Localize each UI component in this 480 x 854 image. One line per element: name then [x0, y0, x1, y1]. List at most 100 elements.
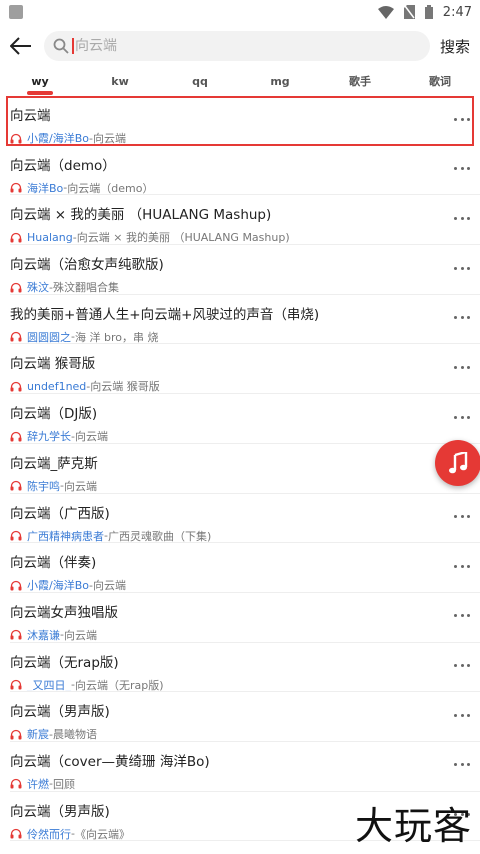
headphones-icon — [10, 232, 22, 243]
tab-qq[interactable]: qq — [160, 68, 240, 98]
song-album: 晨曦物语 — [52, 728, 97, 742]
search-box[interactable] — [44, 31, 430, 61]
more-options-button[interactable] — [454, 116, 470, 122]
song-album: 向云端 — [74, 430, 108, 444]
song-title: 向云端（广西版) — [10, 505, 110, 522]
song-meta: 小霞/海洋Bo - 向云端 — [10, 130, 474, 146]
headphones-icon — [10, 679, 22, 690]
song-title: 向云端 — [10, 108, 51, 124]
song-artist: 沐嘉谦 — [27, 628, 60, 642]
song-title: 向云端（DJ版) — [10, 406, 98, 423]
headphones-icon — [10, 828, 22, 839]
more-options-button[interactable] — [454, 215, 470, 221]
song-artist: _又四日_ — [27, 678, 71, 692]
more-options-button[interactable] — [454, 315, 470, 321]
search-button[interactable]: 搜索 — [440, 36, 472, 57]
more-options-button[interactable] — [454, 563, 470, 569]
headphones-icon — [10, 381, 22, 392]
song-item[interactable]: 向云端（无rap版) _又四日_ - 向云端（无rap版) — [0, 643, 480, 693]
wifi-icon — [377, 5, 394, 19]
more-options-button[interactable] — [454, 364, 470, 370]
song-album: 向云端（demo） — [67, 181, 154, 195]
song-artist: 伶然而行 — [27, 827, 71, 841]
song-album: 海 洋 bro，串 烧 — [74, 330, 159, 344]
song-meta: 新宸 - 晨曦物语 — [10, 726, 480, 742]
song-album: 广西灵魂歌曲（下集) — [107, 529, 212, 543]
song-meta: 陈宇鸣 - 向云端 — [10, 478, 480, 494]
status-icons: 2:47 — [377, 4, 472, 20]
song-item[interactable]: 向云端（男声版) 新宸 - 晨曦物语 — [0, 692, 480, 742]
song-title: 我的美丽+普通人生+向云端+风驶过的声音（串烧) — [10, 306, 320, 323]
song-album: 殊汶翻唱合集 — [52, 281, 119, 295]
song-artist: 陈宇鸣 — [27, 479, 60, 493]
back-button[interactable] — [8, 33, 34, 59]
song-album: 回顾 — [52, 777, 75, 791]
song-meta: 小霞/海洋Bo - 向云端 — [10, 577, 480, 593]
more-options-button[interactable] — [454, 613, 470, 619]
song-meta: 许燃 - 回顾 — [10, 776, 480, 792]
song-item[interactable]: 向云端（伴奏) 小霞/海洋Bo - 向云端 — [0, 543, 480, 593]
song-item[interactable]: 向云端女声独唱版 沐嘉谦 - 向云端 — [0, 593, 480, 643]
no-sim-icon — [403, 5, 415, 19]
song-meta: 广西精神病患者 - 广西灵魂歌曲（下集) — [10, 528, 480, 544]
song-album: 《向云端》 — [74, 827, 130, 841]
song-item[interactable]: 向云端_萨克斯 陈宇鸣 - 向云端 — [0, 444, 480, 494]
music-note-icon — [449, 452, 468, 474]
status-bar: 2:47 — [0, 0, 480, 24]
song-artist: undef1ned — [27, 379, 87, 393]
song-title: 向云端（无rap版) — [10, 654, 119, 671]
song-artist: 辞九学长 — [27, 430, 71, 444]
song-item[interactable]: 向云端 猴哥版 undef1ned - 向云端 猴哥版 — [0, 344, 480, 395]
headphones-icon — [10, 182, 22, 193]
song-title: 向云端 × 我的美丽 （HUALANG Mashup) — [10, 207, 272, 224]
more-options-button[interactable] — [454, 265, 470, 271]
song-item[interactable]: 向云端（cover—黄绮珊 海洋Bo) 许燃 - 回顾 — [0, 742, 480, 792]
tab-singer[interactable]: 歌手 — [320, 68, 400, 98]
tab-wy[interactable]: wy — [0, 68, 80, 98]
song-meta: undef1ned - 向云端 猴哥版 — [10, 378, 480, 394]
song-title: 向云端女声独唱版 — [10, 604, 118, 621]
clock: 2:47 — [442, 4, 472, 20]
song-album: 向云端 — [63, 479, 97, 493]
song-list: 向云端 小霞/海洋Bo - 向云端 向云端（demo） 海洋Bo - 向云端（demo… — [0, 96, 480, 842]
song-item[interactable]: 向云端 小霞/海洋Bo - 向云端 — [6, 96, 474, 146]
song-item[interactable]: 向云端（治愈女声纯歌版) 殊汶 - 殊汶翻唱合集 — [0, 245, 480, 295]
tab-lyrics[interactable]: 歌词 — [400, 68, 480, 98]
song-item[interactable]: 我的美丽+普通人生+向云端+风驶过的声音（串烧) 圆圆圆之 - 海 洋 bro，串… — [0, 295, 480, 345]
headphones-icon — [10, 530, 22, 541]
song-album: 向云端（无rap版) — [74, 678, 164, 692]
song-album: 向云端 — [63, 628, 97, 642]
song-item[interactable]: 向云端（DJ版) 辞九学长 - 向云端 — [0, 394, 480, 444]
song-item[interactable]: 向云端（demo） 海洋Bo - 向云端（demo） — [0, 146, 480, 196]
song-artist: 新宸 — [27, 728, 49, 742]
song-meta: Hualang - 向云端 × 我的美丽 （HUALANG Mashup) — [10, 229, 480, 245]
song-artist: 小霞/海洋Bo — [27, 132, 89, 145]
arrow-left-icon — [10, 37, 31, 55]
song-artist: 许燃 — [27, 777, 49, 791]
tab-kw[interactable]: kw — [80, 68, 160, 98]
source-tabs: wy kw qq mg 歌手 歌词 — [0, 68, 480, 98]
song-album: 向云端 猴哥版 — [90, 380, 160, 394]
headphones-icon — [10, 729, 22, 740]
song-meta: 海洋Bo - 向云端（demo） — [10, 180, 480, 196]
headphones-icon — [10, 778, 22, 789]
song-meta: 辞九学长 - 向云端 — [10, 428, 480, 444]
song-album: 向云端 × 我的美丽 （HUALANG Mashup) — [76, 231, 290, 245]
more-options-button[interactable] — [454, 762, 470, 768]
song-title: 向云端（治愈女声纯歌版) — [10, 257, 164, 274]
song-title: 向云端（cover—黄绮珊 海洋Bo) — [10, 753, 210, 770]
song-item[interactable]: 向云端（广西版) 广西精神病患者 - 广西灵魂歌曲（下集) — [0, 494, 480, 544]
song-item[interactable]: 向云端 × 我的美丽 （HUALANG Mashup) Hualang - 向云端… — [0, 195, 480, 246]
search-input[interactable] — [74, 38, 374, 54]
more-options-button[interactable] — [454, 712, 470, 718]
more-options-button[interactable] — [454, 514, 470, 520]
song-title: 向云端（demo） — [10, 157, 116, 174]
tab-mg[interactable]: mg — [240, 68, 320, 98]
now-playing-button[interactable] — [435, 440, 480, 486]
battery-icon — [424, 5, 433, 19]
more-options-button[interactable] — [454, 414, 470, 420]
song-artist: 殊汶 — [27, 281, 49, 295]
more-options-button[interactable] — [454, 166, 470, 172]
song-album: 向云端 — [92, 132, 126, 145]
more-options-button[interactable] — [454, 663, 470, 669]
